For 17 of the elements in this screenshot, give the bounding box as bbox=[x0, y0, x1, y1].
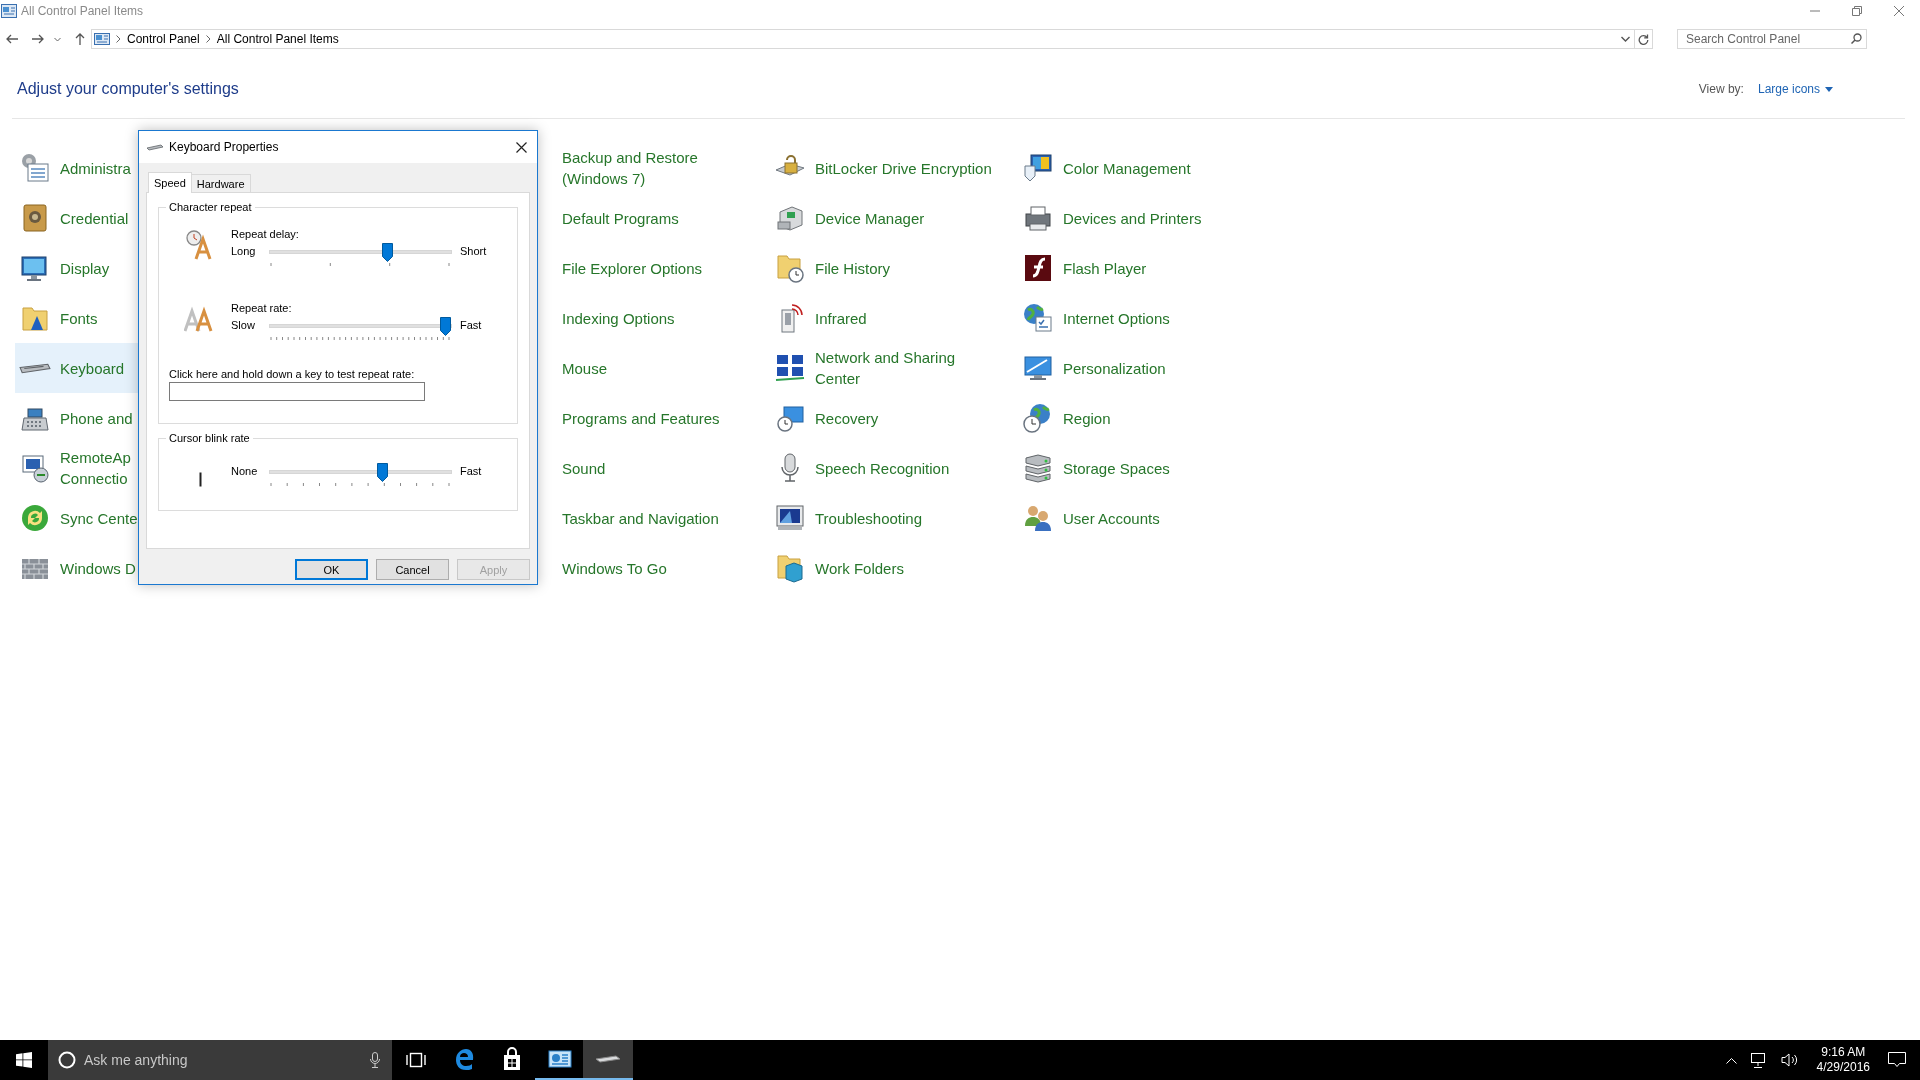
min-label: Slow bbox=[231, 318, 256, 331]
clock-date: 4/29/2016 bbox=[1816, 1060, 1870, 1075]
group-title: Cursor blink rate bbox=[168, 432, 251, 444]
max-label: Fast bbox=[459, 464, 482, 477]
max-label: Fast bbox=[459, 318, 482, 331]
page-heading: Adjust your computer's settings bbox=[17, 80, 239, 98]
group-title: Character repeat bbox=[168, 201, 253, 213]
clock-time: 9:16 AM bbox=[1821, 1045, 1866, 1060]
min-label: Long bbox=[231, 244, 257, 257]
field-label: Click here and hold down a key to test repeat rate: bbox=[169, 368, 416, 380]
min-label: None bbox=[231, 464, 259, 477]
view-by-label: View by: bbox=[1698, 82, 1744, 96]
slider-label: Repeat delay: bbox=[231, 228, 300, 240]
window-title: All Control Panel Items bbox=[21, 4, 144, 18]
dialog-title: Keyboard Properties bbox=[169, 140, 279, 154]
slider-label: Repeat rate: bbox=[231, 302, 293, 314]
max-label: Short bbox=[459, 244, 487, 257]
